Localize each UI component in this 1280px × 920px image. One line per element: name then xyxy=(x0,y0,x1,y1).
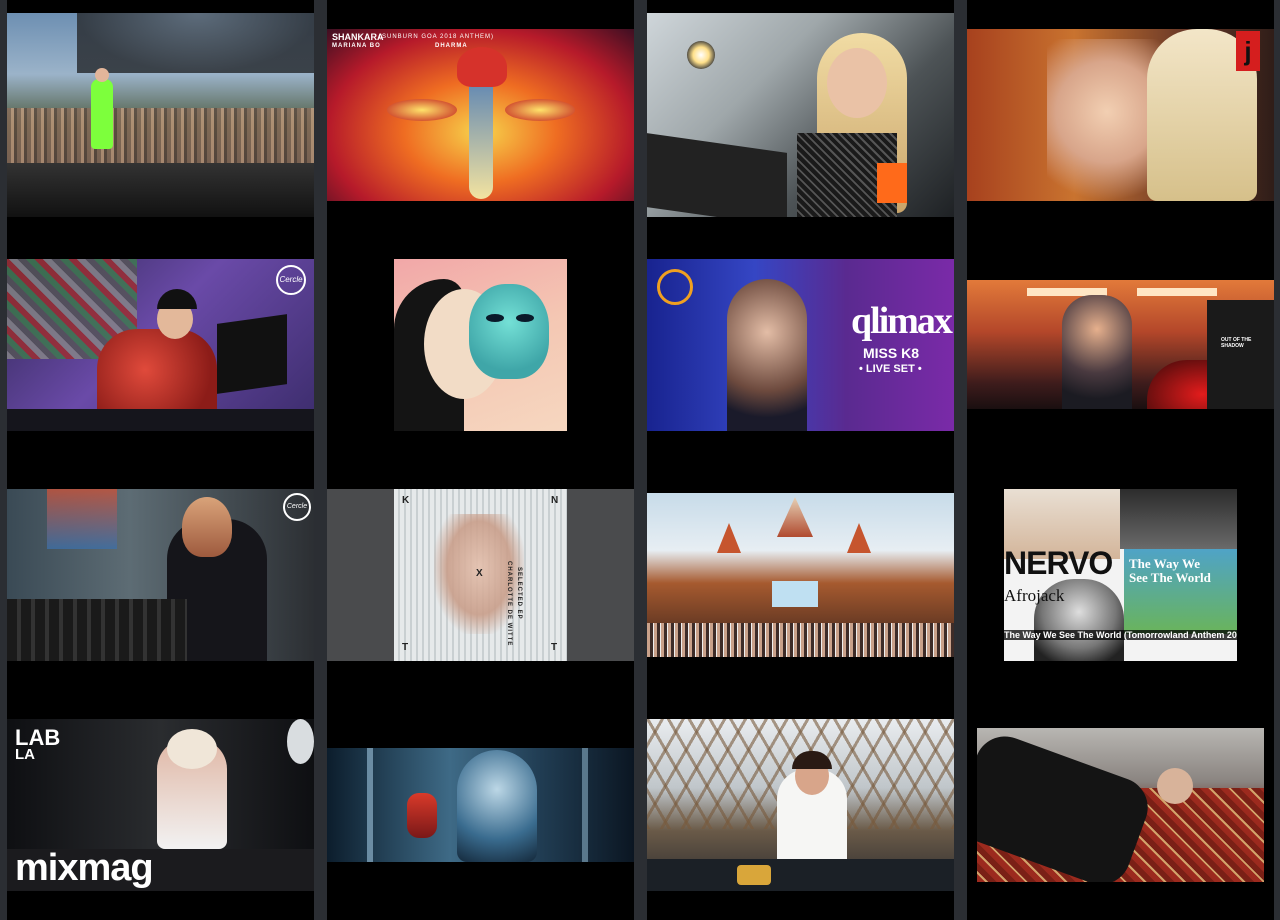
ep-letter-x: X xyxy=(476,568,483,579)
artwork-artist: MARIANA BO xyxy=(332,43,381,49)
video-thumbnail-mask-artwork[interactable] xyxy=(394,259,567,431)
dharma-label: DHARMA xyxy=(435,43,468,49)
video-thumbnail-charlotte-de-witte-ep[interactable]: K N X T T CHARLOTTE DE WITTE SELECTED EP xyxy=(394,489,567,661)
video-thumbnail-eiffel-tower-set[interactable] xyxy=(647,719,954,891)
video-thumbnail-floor-rug-dance[interactable] xyxy=(977,728,1264,882)
nervo-logo: NERVO xyxy=(1004,545,1113,581)
cercle-badge: Cercle xyxy=(283,493,311,521)
video-thumbnail-tomorrowland-mainstage[interactable] xyxy=(647,493,954,657)
qlimax-artist: MISS K8 xyxy=(863,345,920,361)
qlimax-logo: qlimax xyxy=(851,300,953,342)
video-caption: The Way We See The World (Tomorrowland A… xyxy=(1004,630,1237,640)
video-thumbnail-blonde-dj-headphones[interactable] xyxy=(647,13,954,217)
afrojack-logo: Afrojack xyxy=(1004,586,1065,605)
video-thumbnail-dj-cercle-tank-top[interactable]: Cercle xyxy=(7,489,314,661)
video-thumbnail-nervo-afrojack-anthem[interactable]: NERVO Afrojack The Way We See The World … xyxy=(1004,489,1237,661)
shirt-text: OUT OF THE SHADOW xyxy=(1221,337,1252,349)
grid-column-2: SHANKARA (SUNBURN GOA 2018 ANTHEM) MARIA… xyxy=(327,0,634,920)
ep-artist-vertical: CHARLOTTE DE WITTE xyxy=(506,561,512,647)
ep-letter-t-left: T xyxy=(402,642,409,653)
video-thumbnail-red-car-dancer[interactable]: OUT OF THE SHADOW xyxy=(967,280,1274,409)
video-thumbnail-mixmag-lab-la[interactable]: LAB LA mixmag xyxy=(7,719,314,891)
channel-badge: j xyxy=(1236,31,1260,71)
ep-letter-n: N xyxy=(551,495,559,506)
video-thumbnail-violinist-stage[interactable] xyxy=(7,13,314,217)
video-thumbnail-blue-hair-girl[interactable] xyxy=(327,748,634,862)
artwork-subtitle: (SUNBURN GOA 2018 ANTHEM) xyxy=(379,34,495,40)
grid-column-4: j OUT OF THE SHADOW NERVO Afrojack The W… xyxy=(967,0,1274,920)
video-thumbnail-shankara-artwork[interactable]: SHANKARA (SUNBURN GOA 2018 ANTHEM) MARIA… xyxy=(327,29,634,201)
ep-letter-k: K xyxy=(402,495,410,506)
grid-column-1: Cercle Cercle LAB LA mixmag xyxy=(7,0,314,920)
la-label: LA xyxy=(15,746,35,763)
ep-letter-t-right: T xyxy=(551,642,558,653)
ep-title-vertical: SELECTED EP xyxy=(516,567,522,620)
qlimax-live-set: • LIVE SET • xyxy=(859,363,922,375)
poster-title: The Way We See The World xyxy=(1129,556,1211,585)
video-thumbnail-qlimax-miss-k8[interactable]: qlimax MISS K8 • LIVE SET • xyxy=(647,259,954,431)
video-thumbnail-smiling-blonde[interactable]: j xyxy=(967,29,1274,201)
cercle-badge: Cercle xyxy=(276,265,306,295)
video-grid: Cercle Cercle LAB LA mixmag SHANKARA (SU xyxy=(0,0,1280,920)
mixmag-logo: mixmag xyxy=(15,847,154,889)
grid-column-3: qlimax MISS K8 • LIVE SET • xyxy=(647,0,954,920)
artwork-title: SHANKARA xyxy=(332,32,384,42)
video-thumbnail-dj-cercle-red-jacket[interactable]: Cercle xyxy=(7,259,314,431)
